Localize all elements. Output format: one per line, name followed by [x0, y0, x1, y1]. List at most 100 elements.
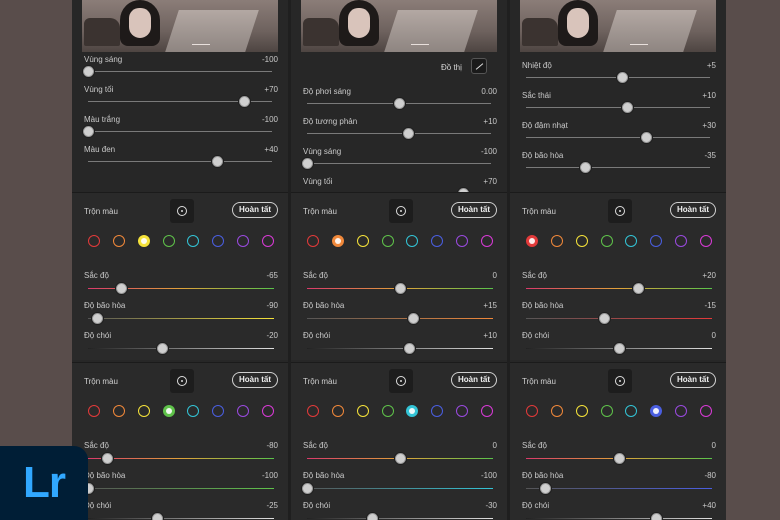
- slider-thumb[interactable]: [367, 513, 379, 520]
- slider-thumb[interactable]: [599, 313, 611, 324]
- color-swatch[interactable]: [699, 235, 712, 247]
- slider-track[interactable]: [526, 518, 712, 519]
- color-swatch[interactable]: [261, 405, 274, 417]
- color-swatch[interactable]: [137, 405, 150, 417]
- slider-thumb[interactable]: [579, 162, 591, 173]
- slider-track[interactable]: [526, 318, 712, 319]
- slider-thumb[interactable]: [408, 313, 420, 324]
- color-swatch[interactable]: [575, 235, 588, 247]
- slider-track[interactable]: [307, 488, 493, 489]
- done-button[interactable]: Hoàn tất: [451, 202, 497, 218]
- color-swatch[interactable]: [600, 235, 613, 247]
- color-swatch[interactable]: [112, 405, 125, 417]
- slider-track[interactable]: [526, 488, 712, 489]
- slider-track[interactable]: [88, 131, 272, 132]
- color-swatch[interactable]: [162, 235, 175, 247]
- color-swatch[interactable]: [406, 235, 419, 247]
- slider-thumb[interactable]: [614, 453, 625, 464]
- target-adjust-icon[interactable]: [608, 199, 632, 223]
- slider-track[interactable]: [88, 318, 274, 319]
- slider-track[interactable]: [307, 518, 493, 519]
- color-swatch[interactable]: [575, 405, 588, 417]
- done-button[interactable]: Hoàn tất: [232, 372, 278, 388]
- color-swatch[interactable]: [261, 235, 274, 247]
- slider-track[interactable]: [526, 137, 710, 138]
- color-swatch[interactable]: [526, 235, 538, 247]
- color-swatch[interactable]: [650, 235, 663, 247]
- slider-thumb[interactable]: [151, 513, 163, 520]
- color-swatch[interactable]: [456, 235, 469, 247]
- color-swatch[interactable]: [307, 235, 319, 247]
- slider-thumb[interactable]: [302, 483, 313, 494]
- slider-thumb[interactable]: [651, 513, 663, 520]
- color-swatch[interactable]: [526, 405, 538, 417]
- color-swatch[interactable]: [356, 235, 369, 247]
- color-swatch[interactable]: [381, 405, 394, 417]
- done-button[interactable]: Hoàn tất: [451, 372, 497, 388]
- slider-thumb[interactable]: [614, 343, 625, 354]
- slider-thumb[interactable]: [92, 313, 104, 324]
- color-swatch[interactable]: [456, 405, 469, 417]
- slider-thumb[interactable]: [101, 453, 113, 464]
- slider-thumb[interactable]: [157, 343, 169, 354]
- curve-icon[interactable]: [471, 58, 487, 74]
- slider-track[interactable]: [88, 71, 272, 72]
- done-button[interactable]: Hoàn tất: [670, 372, 716, 388]
- slider-thumb[interactable]: [83, 126, 94, 137]
- slider-thumb[interactable]: [395, 453, 406, 464]
- slider-thumb[interactable]: [632, 283, 644, 294]
- color-swatch[interactable]: [212, 405, 225, 417]
- slider-thumb[interactable]: [404, 343, 416, 354]
- slider-track[interactable]: [88, 458, 274, 459]
- color-swatch[interactable]: [675, 235, 688, 247]
- color-swatch[interactable]: [331, 405, 344, 417]
- color-swatch[interactable]: [137, 235, 150, 247]
- target-adjust-icon[interactable]: [608, 369, 632, 393]
- slider-thumb[interactable]: [539, 483, 551, 494]
- color-swatch[interactable]: [600, 405, 613, 417]
- slider-track[interactable]: [88, 518, 274, 519]
- target-adjust-icon[interactable]: [170, 369, 194, 393]
- color-swatch[interactable]: [88, 405, 100, 417]
- slider-thumb[interactable]: [394, 98, 405, 109]
- color-swatch[interactable]: [675, 405, 688, 417]
- color-swatch[interactable]: [480, 235, 493, 247]
- color-swatch[interactable]: [88, 235, 100, 247]
- slider-thumb[interactable]: [395, 283, 406, 294]
- done-button[interactable]: Hoàn tất: [232, 202, 278, 218]
- slider-thumb[interactable]: [640, 132, 652, 143]
- slider-track[interactable]: [88, 488, 274, 489]
- color-swatch[interactable]: [699, 405, 712, 417]
- slider-thumb[interactable]: [302, 158, 313, 169]
- slider-thumb[interactable]: [616, 72, 628, 83]
- color-swatch[interactable]: [625, 405, 638, 417]
- slider-track[interactable]: [526, 288, 712, 289]
- color-swatch[interactable]: [381, 235, 394, 247]
- done-button[interactable]: Hoàn tất: [670, 202, 716, 218]
- color-swatch[interactable]: [307, 405, 319, 417]
- color-swatch[interactable]: [212, 235, 225, 247]
- color-swatch[interactable]: [431, 405, 444, 417]
- slider-track[interactable]: [526, 167, 710, 168]
- color-swatch[interactable]: [162, 405, 175, 417]
- slider-thumb[interactable]: [116, 283, 128, 294]
- color-swatch[interactable]: [550, 405, 563, 417]
- slider-track[interactable]: [307, 163, 491, 164]
- slider-track[interactable]: [88, 348, 274, 349]
- target-adjust-icon[interactable]: [170, 199, 194, 223]
- color-swatch[interactable]: [406, 405, 419, 417]
- slider-track[interactable]: [526, 107, 710, 108]
- color-swatch[interactable]: [331, 235, 344, 247]
- color-swatch[interactable]: [187, 405, 200, 417]
- slider-thumb[interactable]: [622, 102, 634, 113]
- slider-thumb[interactable]: [211, 156, 223, 167]
- color-swatch[interactable]: [480, 405, 493, 417]
- color-swatch[interactable]: [431, 235, 444, 247]
- target-adjust-icon[interactable]: [389, 199, 413, 223]
- color-swatch[interactable]: [356, 405, 369, 417]
- slider-thumb[interactable]: [403, 128, 415, 139]
- slider-thumb[interactable]: [83, 66, 94, 77]
- graph-label[interactable]: Đồ thị: [441, 63, 462, 72]
- color-swatch[interactable]: [550, 235, 563, 247]
- slider-track[interactable]: [307, 133, 491, 134]
